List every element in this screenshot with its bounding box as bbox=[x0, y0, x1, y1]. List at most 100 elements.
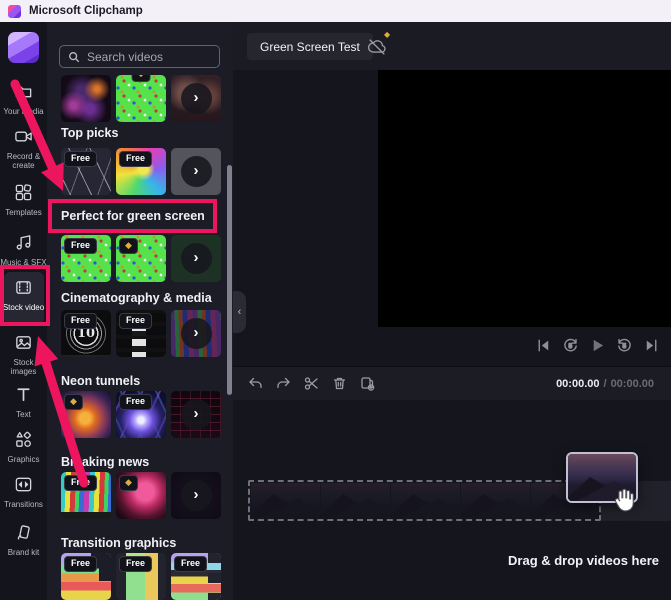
rewind-5s-button[interactable]: 5 bbox=[561, 336, 579, 354]
video-thumbnail[interactable]: ◆ bbox=[116, 75, 166, 122]
diamond-icon: ◆ bbox=[70, 396, 77, 406]
sidebar-item-text[interactable]: Text bbox=[0, 385, 47, 419]
video-thumbnail[interactable]: ◆ bbox=[61, 391, 111, 438]
timeline-area: Drag & drop videos here bbox=[233, 400, 671, 600]
sidebar-item-label: Stock images bbox=[0, 358, 47, 376]
project-title-chip[interactable]: Green Screen Test bbox=[247, 33, 373, 60]
image-icon bbox=[14, 333, 33, 352]
sidebar-item-record-create[interactable]: Record & create bbox=[0, 127, 47, 170]
diamond-icon: ◆ bbox=[125, 240, 132, 250]
cloud-backup-off-icon[interactable] bbox=[366, 36, 388, 58]
video-thumbnail[interactable]: Free bbox=[116, 148, 166, 195]
clipchamp-home-button[interactable] bbox=[8, 32, 39, 63]
panel-collapse-button[interactable]: ‹ bbox=[233, 291, 246, 333]
templates-icon bbox=[14, 183, 33, 202]
video-thumbnail[interactable] bbox=[61, 75, 111, 122]
sidebar-item-label: Graphics bbox=[0, 455, 47, 464]
chevron-right-icon: › bbox=[181, 243, 212, 274]
camera-icon bbox=[14, 127, 33, 146]
shapes-icon bbox=[14, 430, 33, 449]
sidebar-item-stock-video[interactable]: Stock video bbox=[0, 278, 47, 312]
sidebar-item-your-media[interactable]: Your media bbox=[0, 82, 47, 116]
panel-scrollbar[interactable] bbox=[227, 165, 232, 395]
chevron-right-icon: › bbox=[181, 318, 212, 349]
sidebar-item-transitions[interactable]: Transitions bbox=[0, 475, 47, 509]
video-thumbnail[interactable]: ◆ bbox=[116, 472, 166, 519]
chevron-right-icon: › bbox=[181, 480, 212, 511]
sidebar-item-brand-kit[interactable]: Brand kit bbox=[0, 523, 47, 557]
sidebar-item-music-sfx[interactable]: Music & SFX bbox=[0, 233, 47, 267]
forward-5s-button[interactable]: 5 bbox=[615, 336, 633, 354]
split-scissors-button[interactable] bbox=[303, 375, 320, 392]
skip-to-start-button[interactable] bbox=[534, 336, 552, 354]
premium-badge: ◆ bbox=[119, 238, 138, 254]
see-more-thumbnail[interactable]: › bbox=[171, 391, 221, 438]
play-button[interactable] bbox=[588, 336, 606, 354]
undo-button[interactable] bbox=[247, 375, 264, 392]
search-input[interactable] bbox=[87, 50, 211, 64]
section-title-top-picks: Top picks bbox=[61, 126, 118, 140]
section-title-breaking-news: Breaking news bbox=[61, 455, 149, 469]
video-thumbnail[interactable]: Free bbox=[116, 391, 166, 438]
premium-badge: ◆ bbox=[119, 475, 138, 491]
video-thumbnail[interactable]: Free bbox=[116, 310, 166, 357]
brand-kit-icon bbox=[14, 523, 33, 542]
sidebar-item-label: Transitions bbox=[0, 500, 47, 509]
redo-button[interactable] bbox=[275, 375, 292, 392]
titlebar: Microsoft Clipchamp bbox=[0, 0, 671, 22]
search-box[interactable] bbox=[59, 45, 220, 68]
ghost-clip bbox=[321, 483, 390, 518]
clipchamp-window: Microsoft Clipchamp Your media Record & … bbox=[0, 0, 671, 600]
video-thumbnail[interactable]: Free bbox=[171, 553, 221, 600]
hand-cursor-icon bbox=[610, 486, 636, 514]
sidebar-item-label: Your media bbox=[0, 107, 47, 116]
time-separator: / bbox=[604, 378, 607, 390]
video-thumbnail[interactable]: Free bbox=[61, 235, 111, 282]
video-thumbnail[interactable]: ◆ bbox=[116, 235, 166, 282]
video-thumbnail[interactable]: Free bbox=[61, 553, 111, 600]
total-time: 00:00.00 bbox=[611, 378, 654, 390]
sidebar-item-templates[interactable]: Templates bbox=[0, 183, 47, 217]
video-thumbnail[interactable]: Free bbox=[61, 472, 111, 519]
free-badge: Free bbox=[119, 151, 152, 167]
chevron-left-icon: ‹ bbox=[238, 306, 242, 318]
sidebar-item-stock-images[interactable]: Stock images bbox=[0, 333, 47, 376]
free-badge: Free bbox=[64, 238, 97, 254]
free-badge: Free bbox=[119, 313, 152, 329]
see-more-thumbnail[interactable]: › bbox=[171, 75, 221, 122]
see-more-thumbnail[interactable]: › bbox=[171, 235, 221, 282]
timeline-drop-zone[interactable] bbox=[248, 480, 601, 521]
video-thumbnail[interactable]: 10 Free bbox=[61, 310, 111, 357]
svg-text:5: 5 bbox=[568, 342, 572, 349]
free-badge: Free bbox=[119, 556, 152, 572]
ghost-clip bbox=[391, 483, 460, 518]
search-icon bbox=[68, 51, 80, 63]
clipchamp-logo-icon bbox=[8, 5, 21, 18]
see-more-thumbnail[interactable]: › bbox=[171, 310, 221, 357]
chevron-right-icon: › bbox=[181, 156, 212, 187]
section-title-cinematography: Cinematography & media bbox=[61, 291, 212, 305]
video-thumbnail[interactable]: Free bbox=[116, 553, 166, 600]
chevron-right-icon: › bbox=[181, 399, 212, 430]
current-time: 00:00.00 bbox=[556, 378, 599, 390]
section-title-green-screen: Perfect for green screen bbox=[61, 209, 205, 223]
video-thumbnail[interactable]: Free bbox=[61, 148, 111, 195]
skip-to-end-button[interactable] bbox=[642, 336, 660, 354]
filmstrip-icon bbox=[14, 278, 33, 297]
svg-text:5: 5 bbox=[622, 342, 626, 349]
stock-video-panel: ◆ › Top picks Free Free › Perfect for gr… bbox=[47, 22, 233, 600]
see-more-thumbnail[interactable]: › bbox=[171, 148, 221, 195]
sidebar: Your media Record & create Templates Mus… bbox=[0, 22, 47, 600]
delete-button[interactable] bbox=[331, 375, 348, 392]
chevron-right-icon: › bbox=[181, 83, 212, 114]
sidebar-item-label: Stock video bbox=[0, 303, 47, 312]
sidebar-item-graphics[interactable]: Graphics bbox=[0, 430, 47, 464]
duplicate-button[interactable] bbox=[359, 375, 376, 392]
see-more-thumbnail[interactable]: › bbox=[171, 472, 221, 519]
sidebar-item-label: Record & create bbox=[0, 152, 47, 170]
free-badge: Free bbox=[119, 394, 152, 410]
folder-icon bbox=[14, 82, 33, 101]
diamond-icon: ◆ bbox=[138, 75, 145, 78]
ghost-clip bbox=[251, 483, 320, 518]
text-icon bbox=[14, 385, 33, 404]
